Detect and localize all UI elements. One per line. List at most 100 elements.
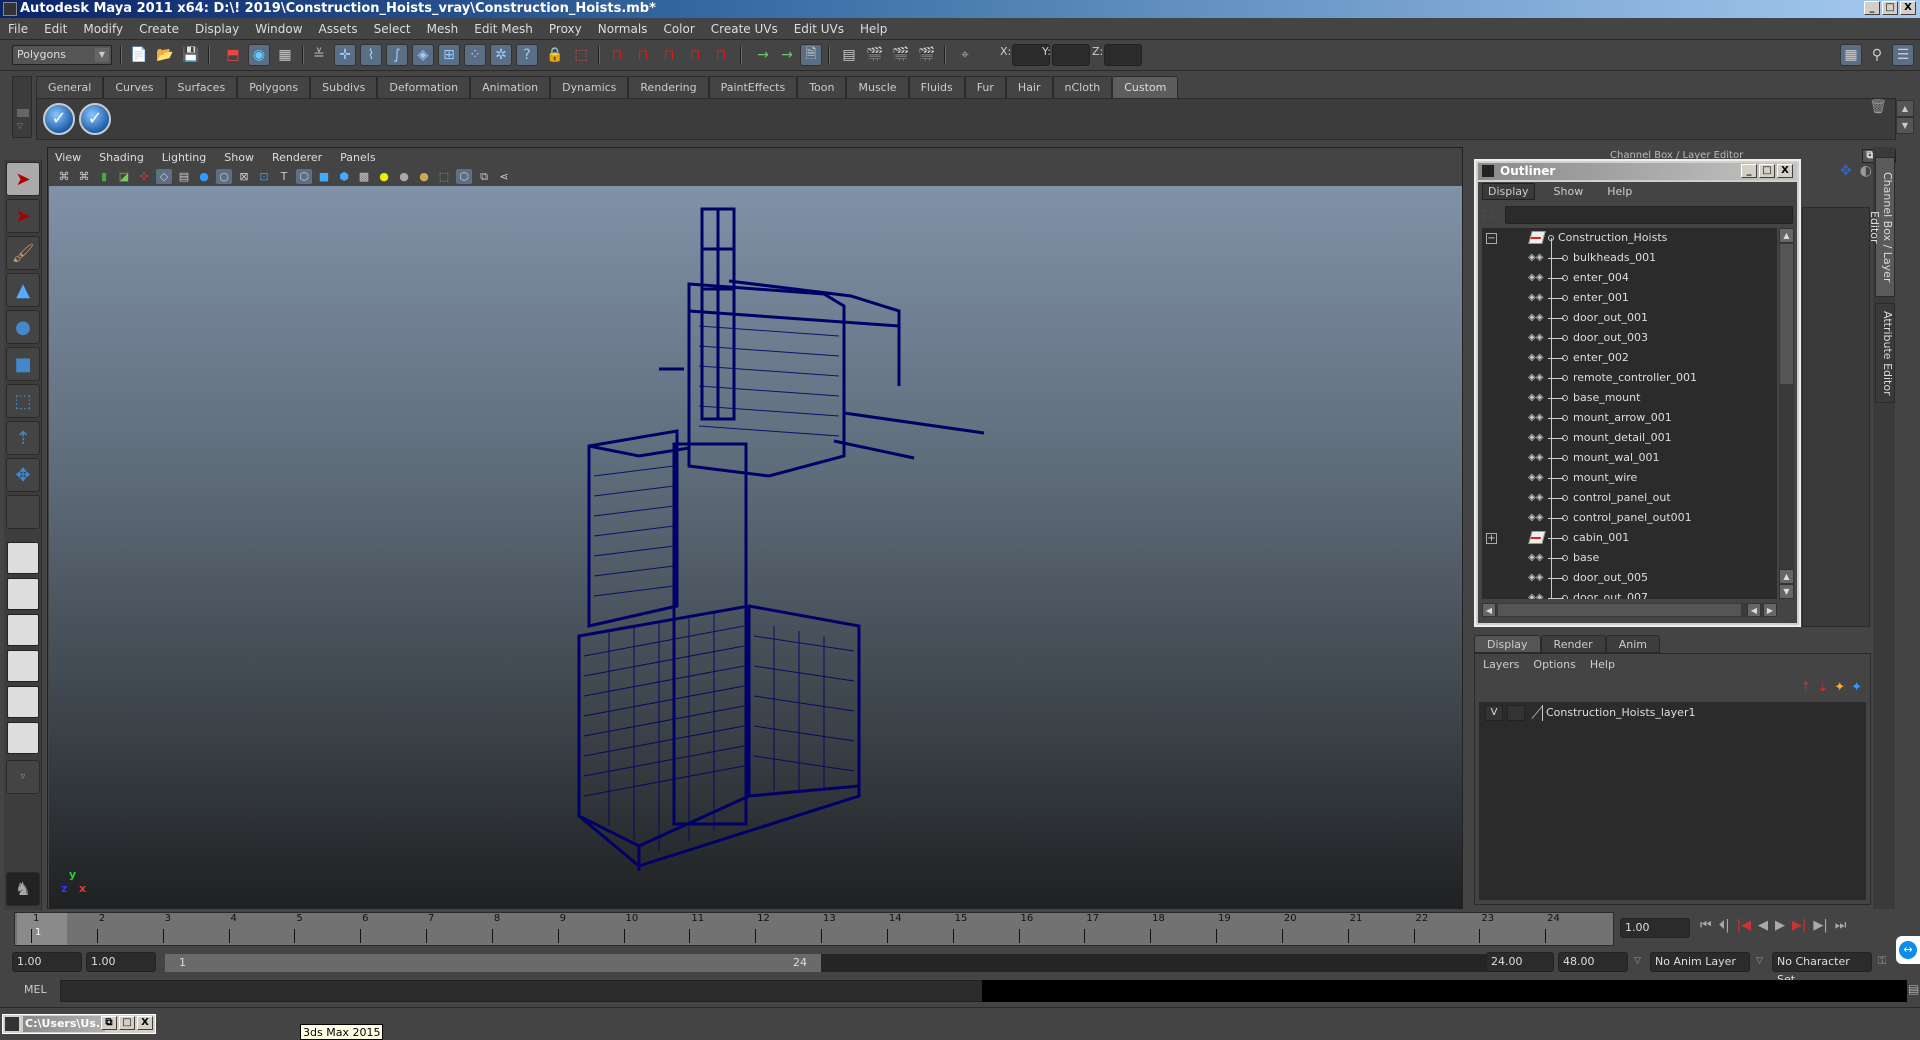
move-layer-up-icon[interactable]: ⇡ [1800, 680, 1811, 695]
filter-icon[interactable]: ⛶ [1484, 208, 1500, 222]
soft-modification-icon[interactable]: ⇡ [6, 421, 40, 455]
character-set-dropdown[interactable]: No Character Set [1772, 952, 1872, 986]
tab-attribute-editor[interactable]: Attribute Editor [1875, 303, 1895, 403]
outliner-item[interactable]: ◈◈ bulkheads_001 [1482, 248, 1777, 268]
wireframe-on-shaded-icon[interactable]: ⬢ [336, 169, 352, 184]
shelf-tab-dynamics[interactable]: Dynamics [550, 76, 629, 98]
restore-button[interactable]: ⧉ [101, 1016, 117, 1030]
speed-icon[interactable]: ◐ [1860, 163, 1872, 179]
create-layer-from-selected-icon[interactable]: ✦ [1851, 680, 1862, 695]
menu-edit-uvs[interactable]: Edit UVs [794, 22, 844, 36]
menu-help[interactable]: Help [860, 22, 887, 36]
input-ops-icon[interactable]: → [752, 44, 774, 66]
outliner-item[interactable]: ◈◈ remote_controller_001 [1482, 368, 1777, 388]
save-scene-icon[interactable]: 💾 [180, 44, 202, 66]
expand-icon[interactable]: + [1486, 533, 1497, 544]
outliner-item[interactable]: ◈◈ base [1482, 548, 1777, 568]
layer-tab-anim[interactable]: Anim [1605, 635, 1660, 653]
textured-icon[interactable]: ▩ [356, 169, 372, 184]
range-slider-handle[interactable]: 1 24 [165, 954, 821, 972]
safe-action-icon[interactable]: ⊡ [256, 169, 272, 184]
check-icon[interactable]: ✓ [79, 103, 111, 135]
scroll-up-icon[interactable]: ▲ [1896, 100, 1914, 117]
filter-icon[interactable]: ≚ [308, 44, 330, 66]
construction-history-icon[interactable]: 🗎 [800, 44, 822, 66]
create-empty-layer-icon[interactable]: ✦ [1834, 680, 1845, 695]
single-pane-layout-icon[interactable] [7, 542, 39, 574]
use-all-lights-icon[interactable]: ● [376, 169, 392, 184]
outliner-item[interactable]: − Construction_Hoists [1482, 228, 1777, 248]
smooth-shade-icon[interactable]: ■ [316, 169, 332, 184]
tool-settings-icon[interactable]: ⚲ [1866, 44, 1888, 66]
menu-modify[interactable]: Modify [83, 22, 123, 36]
outliner-item[interactable]: ◈◈ door_out_001 [1482, 308, 1777, 328]
shelf-tab-hair[interactable]: Hair [1005, 76, 1053, 98]
minimize-button[interactable]: _ [1864, 1, 1880, 15]
scroll-up-icon[interactable]: ▲ [1779, 569, 1794, 584]
outliner-item[interactable]: ◈◈ enter_004 [1482, 268, 1777, 288]
resolution-gate-icon[interactable]: ● [196, 169, 212, 184]
outliner-item[interactable]: ◈◈ mount_wire [1482, 468, 1777, 488]
step-back-key-icon[interactable]: |◀ [1737, 918, 1751, 933]
render-settings-icon[interactable]: 🎬 [916, 44, 938, 66]
menu-normals[interactable]: Normals [598, 22, 648, 36]
bookmarks-icon[interactable]: ▮ [96, 169, 112, 184]
collapse-icon[interactable]: − [1486, 233, 1497, 244]
shelf-tab-general[interactable]: General [36, 76, 104, 98]
outliner-item[interactable]: ◈◈ enter_001 [1482, 288, 1777, 308]
transform-input-icon[interactable]: ⌖ [954, 44, 976, 66]
magnet-view-icon[interactable]: ⊓ [684, 44, 706, 66]
outliner-item[interactable]: ◈◈ mount_arrow_001 [1482, 408, 1777, 428]
z-input[interactable] [1104, 44, 1142, 66]
anim-layer-dropdown[interactable]: No Anim Layer [1650, 952, 1750, 972]
scroll-thumb[interactable] [1780, 244, 1793, 384]
ipr-render-icon[interactable]: 🎬 [890, 44, 912, 66]
scroll-down-icon[interactable]: ▼ [1779, 584, 1794, 599]
help-icon[interactable]: ? [516, 44, 538, 66]
current-time-field[interactable]: 1.00 [1620, 918, 1690, 938]
shelf-tab-surfaces[interactable]: Surfaces [165, 76, 238, 98]
lock-icon[interactable]: 🔒 [544, 44, 566, 66]
snap-grid-icon[interactable]: ✛ [334, 44, 356, 66]
menu-mesh[interactable]: Mesh [427, 22, 459, 36]
animation-start-field[interactable]: 1.00 [12, 952, 82, 972]
outliner-item[interactable]: ◈◈ base_mount [1482, 388, 1777, 408]
teamviewer-widget[interactable]: ↔ [1896, 936, 1920, 964]
trash-icon[interactable]: 🗑 [1869, 99, 1887, 115]
menu-window[interactable]: Window [255, 22, 302, 36]
paint-select-tool-icon[interactable]: 🖌 [6, 236, 40, 270]
persp-graph-layout-icon[interactable] [7, 650, 39, 682]
viewport-menu-lighting[interactable]: Lighting [162, 151, 206, 164]
emitter-icon[interactable]: ✲ [490, 44, 512, 66]
outliner-item[interactable]: ◈◈ control_panel_out [1482, 488, 1777, 508]
close-button[interactable]: X [137, 1016, 153, 1030]
outliner-horizontal-scrollbar[interactable]: ◀ ◀ ▶ [1482, 603, 1777, 617]
outliner-item[interactable]: ◈◈ enter_002 [1482, 348, 1777, 368]
scroll-thumb[interactable] [1498, 604, 1741, 616]
layer-display-type-toggle[interactable] [1507, 705, 1525, 721]
magnet-curve-icon[interactable]: ⊓ [632, 44, 654, 66]
shelf-options[interactable]: ▽ [12, 76, 32, 138]
range-slider[interactable]: 1 24 [165, 954, 1495, 972]
show-manipulator-icon[interactable]: ✥ [6, 458, 40, 492]
viewport-menu-panels[interactable]: Panels [340, 151, 375, 164]
magnet-grid-icon[interactable]: ⊓ [606, 44, 628, 66]
step-forward-frame-icon[interactable]: ▶| [1813, 918, 1827, 933]
new-scene-icon[interactable]: 📄 [128, 44, 150, 66]
outliner-item[interactable]: + cabin_001 [1482, 528, 1777, 548]
shelf-tab-ncloth[interactable]: nCloth [1052, 76, 1113, 98]
outliner-item[interactable]: ◈◈ door_out_005 [1482, 568, 1777, 588]
persp-outliner-graph-layout-icon[interactable] [7, 722, 39, 754]
layer-menu-layers[interactable]: Layers [1483, 658, 1519, 671]
command-input[interactable] [60, 980, 985, 1002]
maximize-button[interactable]: □ [119, 1016, 135, 1030]
scroll-up-icon[interactable]: ▲ [1779, 228, 1794, 243]
grid-icon[interactable]: ◇ [156, 168, 172, 184]
shelf-tab-curves[interactable]: Curves [103, 76, 166, 98]
two-d-pan-zoom-icon[interactable]: ✢ [136, 169, 152, 184]
shelf-tab-polygons[interactable]: Polygons [237, 76, 311, 98]
channel-box-toggle-icon[interactable]: ☰ [1892, 44, 1914, 66]
layer-menu-help[interactable]: Help [1590, 658, 1615, 671]
image-plane-icon[interactable]: ◪ [116, 169, 132, 184]
menu-create[interactable]: Create [139, 22, 179, 36]
